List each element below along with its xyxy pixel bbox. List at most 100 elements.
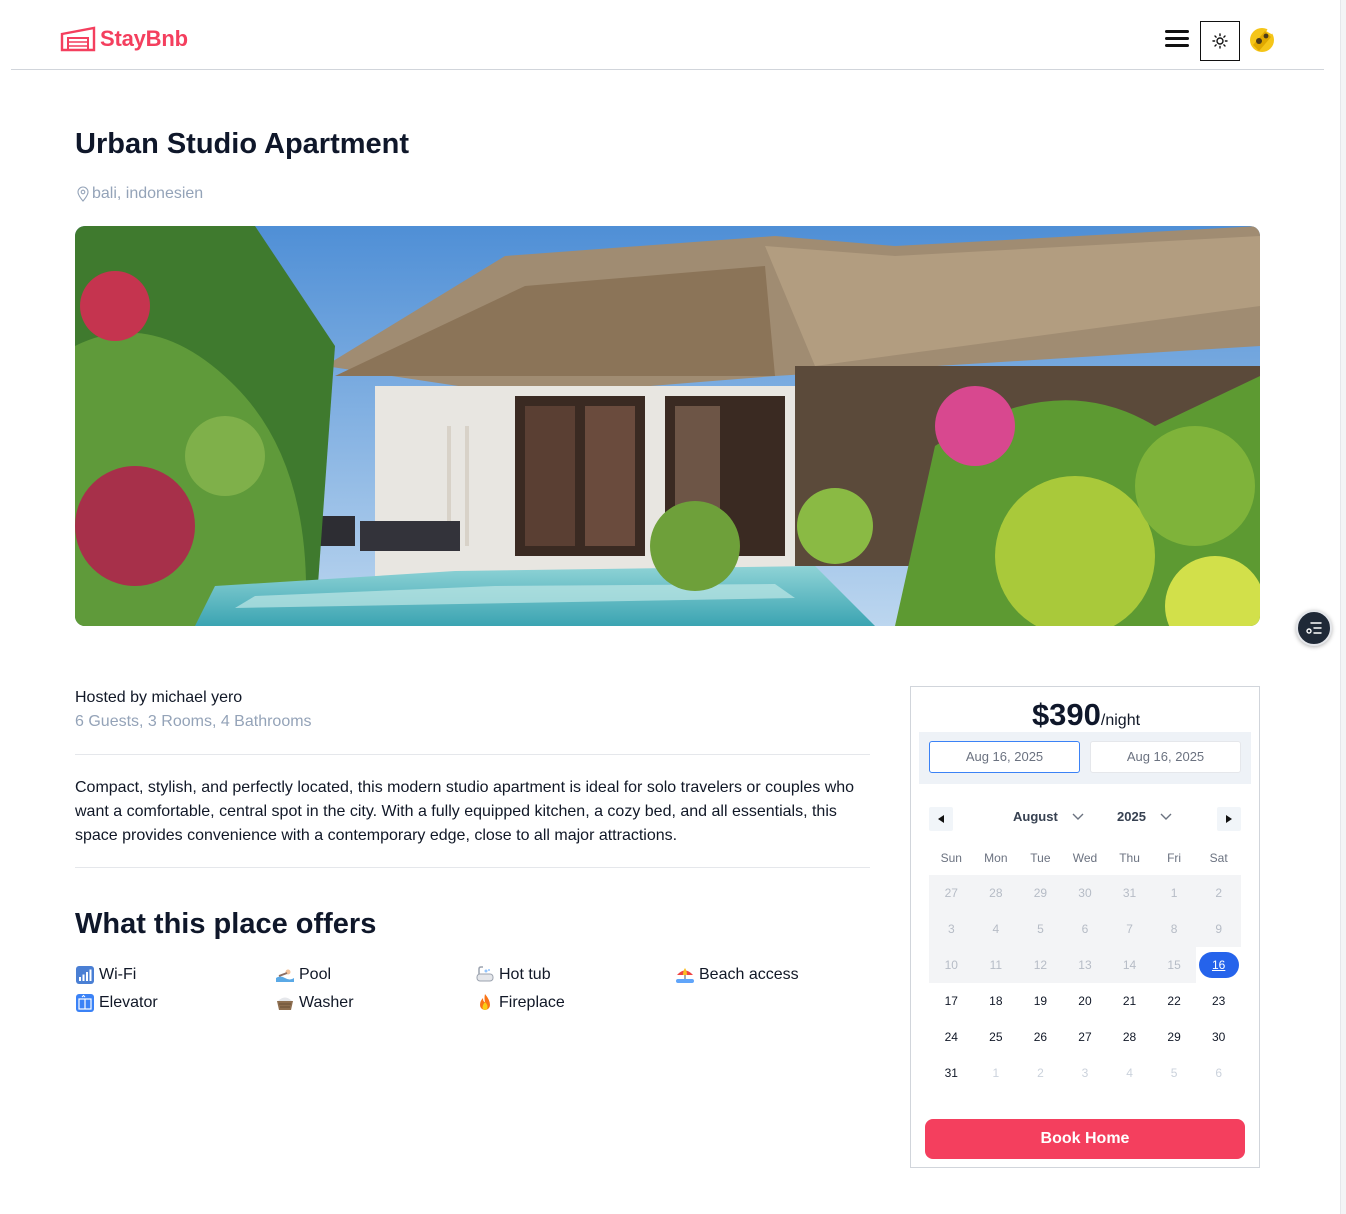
top-nav: StayBnb [11, 0, 1324, 70]
next-month-button[interactable] [1217, 807, 1241, 831]
listing-stats: 6 Guests, 3 Rooms, 4 Bathrooms [75, 713, 312, 730]
hamburger-icon [1165, 30, 1189, 33]
calendar-day[interactable]: 26 [1018, 1019, 1063, 1055]
calendar-day: 1 [992, 1066, 1000, 1080]
calendar-grid: 27 28 29 30 31 1 2 3 4 5 6 7 8 9 10 11 12 13 14 15 16 17 18 19 2… [929, 875, 1241, 1091]
listing-location: bali, indonesien [76, 185, 203, 203]
triangle-right-icon [1226, 815, 1232, 823]
amenity-elevator: Elevator [75, 992, 275, 1014]
calendar-day: 2 [1037, 1066, 1044, 1080]
calendar-day: 5 [1170, 1066, 1178, 1080]
hot-tub-icon [475, 965, 495, 985]
weekday-label: Wed [1072, 851, 1098, 865]
amenity-washer: Washer [275, 992, 475, 1014]
listing-description: Compact, stylish, and perfectly located,… [75, 779, 855, 844]
washer-icon [275, 993, 295, 1013]
calendar-day: 14 [1107, 947, 1152, 983]
calendar-day: 29 [1018, 875, 1063, 911]
price: $390/night [911, 697, 1261, 733]
fireplace-icon [475, 993, 495, 1013]
calendar-day: 30 [1062, 875, 1108, 911]
beach-icon [675, 965, 695, 985]
chevron-down-icon [1160, 813, 1172, 820]
calendar-day: 6 [1215, 1066, 1222, 1080]
calendar-day[interactable]: 16 [1196, 947, 1241, 983]
price-amount: $390 [1031, 697, 1101, 732]
weekday-header: Sun Mon Tue Wed Thu Fri Sat [929, 851, 1241, 865]
prev-month-button[interactable] [929, 807, 953, 831]
price-unit: /night [1100, 712, 1141, 729]
calendar-day[interactable]: 27 [1063, 1019, 1108, 1055]
amenity-hot-tub: Hot tub [475, 964, 675, 986]
triangle-left-icon [938, 815, 944, 823]
calendar-day[interactable]: 20 [1063, 983, 1108, 1019]
calendar-day: 1 [1151, 875, 1197, 911]
map-pin-icon [77, 186, 89, 202]
calendar-day: 9 [1196, 911, 1241, 947]
table-of-contents-button[interactable] [1296, 610, 1332, 646]
list-icon [1306, 622, 1322, 634]
calendar-day[interactable]: 24 [929, 1019, 974, 1055]
calendar-day[interactable]: 29 [1152, 1019, 1197, 1055]
calendar-day[interactable]: 21 [1107, 983, 1152, 1019]
calendar-day: 10 [929, 947, 974, 983]
calendar-day: 15 [1151, 947, 1197, 983]
calendar-day[interactable]: 17 [929, 983, 974, 1019]
year-select[interactable]: 2025 [1117, 809, 1172, 824]
booking-card: $390/night Aug 16, 2025 Aug 16, 2025 Aug… [910, 686, 1260, 1168]
avatar-icon [1250, 27, 1274, 52]
calendar-day: 13 [1062, 947, 1108, 983]
chevron-down-icon [1072, 813, 1084, 820]
page-scrollbar[interactable] [1340, 0, 1346, 1214]
host-name: Hosted by michael yero [75, 689, 243, 706]
calendar-day: 31 [1107, 875, 1152, 911]
theme-toggle-button[interactable] [1200, 21, 1240, 61]
logo[interactable]: StayBnb [60, 26, 188, 52]
calendar-day: 2 [1196, 875, 1241, 911]
calendar-day: 27 [929, 875, 974, 911]
house-logo-icon [60, 26, 96, 52]
date-range: Aug 16, 2025 Aug 16, 2025 [919, 732, 1251, 784]
logo-text: StayBnb [100, 26, 188, 51]
calendar-day: 4 [1126, 1066, 1133, 1080]
calendar-day[interactable]: 25 [974, 1019, 1019, 1055]
calendar-day: 7 [1107, 911, 1152, 947]
calendar-day[interactable]: 22 [1152, 983, 1197, 1019]
amenity-beach-access: Beach access [675, 964, 875, 986]
weekday-label: Sat [1209, 851, 1228, 865]
divider [75, 867, 870, 868]
listing-title: Urban Studio Apartment [75, 128, 410, 160]
weekday-label: Thu [1119, 851, 1140, 865]
calendar-day[interactable]: 30 [1196, 1019, 1241, 1055]
calendar-day[interactable]: 18 [974, 983, 1019, 1019]
amenity-wifi: Wi-Fi [75, 964, 275, 986]
weekday-label: Mon [984, 851, 1008, 865]
book-home-button[interactable]: Book Home [925, 1119, 1245, 1159]
check-in-input[interactable]: Aug 16, 2025 [929, 741, 1080, 773]
calendar-day: 28 [973, 875, 1019, 911]
month-select[interactable]: August [1013, 809, 1084, 824]
calendar-day: 4 [973, 911, 1019, 947]
year-label: 2025 [1117, 809, 1146, 824]
check-out-input[interactable]: Aug 16, 2025 [1090, 741, 1241, 773]
listing-photo [75, 226, 1260, 626]
calendar-day[interactable]: 31 [929, 1055, 974, 1091]
location-text: bali, indonesien [92, 185, 204, 202]
calendar-day[interactable]: 23 [1196, 983, 1241, 1019]
calendar-day: 5 [1018, 911, 1063, 947]
calendar-day[interactable]: 28 [1107, 1019, 1152, 1055]
calendar-day: 6 [1062, 911, 1108, 947]
weekday-label: Sun [940, 851, 962, 865]
amenities-list: Wi-Fi Pool Hot tub Beach access Elevator… [75, 964, 875, 1014]
user-avatar[interactable] [1247, 25, 1277, 55]
sun-icon [1212, 33, 1228, 49]
calendar-day: 11 [973, 947, 1019, 983]
month-label: August [1013, 809, 1058, 824]
menu-button[interactable] [1165, 30, 1189, 50]
wifi-icon [75, 965, 95, 985]
weekday-label: Tue [1030, 851, 1051, 865]
offers-title: What this place offers [75, 908, 377, 940]
divider [75, 754, 870, 755]
calendar-day[interactable]: 19 [1018, 983, 1063, 1019]
calendar-day: 3 [929, 911, 974, 947]
